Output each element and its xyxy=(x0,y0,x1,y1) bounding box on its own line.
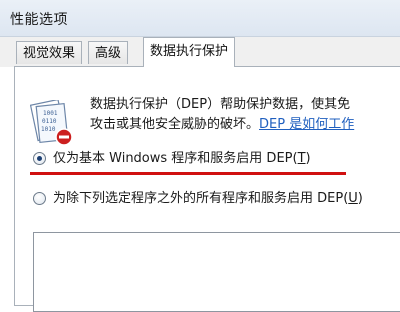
dep-description-line2: 攻击或其他安全威胁的破坏。 xyxy=(90,117,260,132)
tab-visual-effects[interactable]: 视觉效果 xyxy=(16,41,83,64)
tab-visual-effects-label: 视觉效果 xyxy=(23,46,76,61)
binary-row-3: 1010 xyxy=(41,126,56,133)
radio-button-all-except[interactable] xyxy=(33,192,46,205)
radio-button-essential-only[interactable] xyxy=(33,152,46,165)
window-title: 性能选项 xyxy=(10,12,68,28)
radio-label-all-except: 为除下列选定程序之外的所有程序和服务启用 DEP(U) xyxy=(53,191,363,206)
window-titlebar: 性能选项 xyxy=(0,0,400,37)
dep-description: 数据执行保护（DEP）帮助保护数据，使其免 攻击或其他安全威胁的破坏。DEP 是… xyxy=(90,95,400,135)
dep-description-line2-row: 攻击或其他安全威胁的破坏。DEP 是如何工作 xyxy=(90,115,400,135)
binary-row-2: 0110 xyxy=(42,118,57,125)
tab-strip: 视觉效果 高级 数据执行保护 xyxy=(0,37,400,67)
dep-help-link[interactable]: DEP 是如何工作 xyxy=(259,117,354,132)
excluded-programs-list[interactable] xyxy=(33,232,400,312)
radio-label-essential-only: 仅为基本 Windows 程序和服务启用 DEP(T) xyxy=(53,151,311,166)
binary-row-1: 1001 xyxy=(43,110,58,117)
dep-description-line1: 数据执行保护（DEP）帮助保护数据，使其免 xyxy=(90,97,351,112)
dep-shield-icon: 1001 0110 1010 xyxy=(30,100,73,146)
tab-advanced-label: 高级 xyxy=(95,46,122,61)
tab-dep-label: 数据执行保护 xyxy=(150,44,229,59)
highlight-underline xyxy=(30,172,346,175)
tab-advanced[interactable]: 高级 xyxy=(88,41,129,64)
tab-data-execution-prevention[interactable]: 数据执行保护 xyxy=(143,37,236,67)
